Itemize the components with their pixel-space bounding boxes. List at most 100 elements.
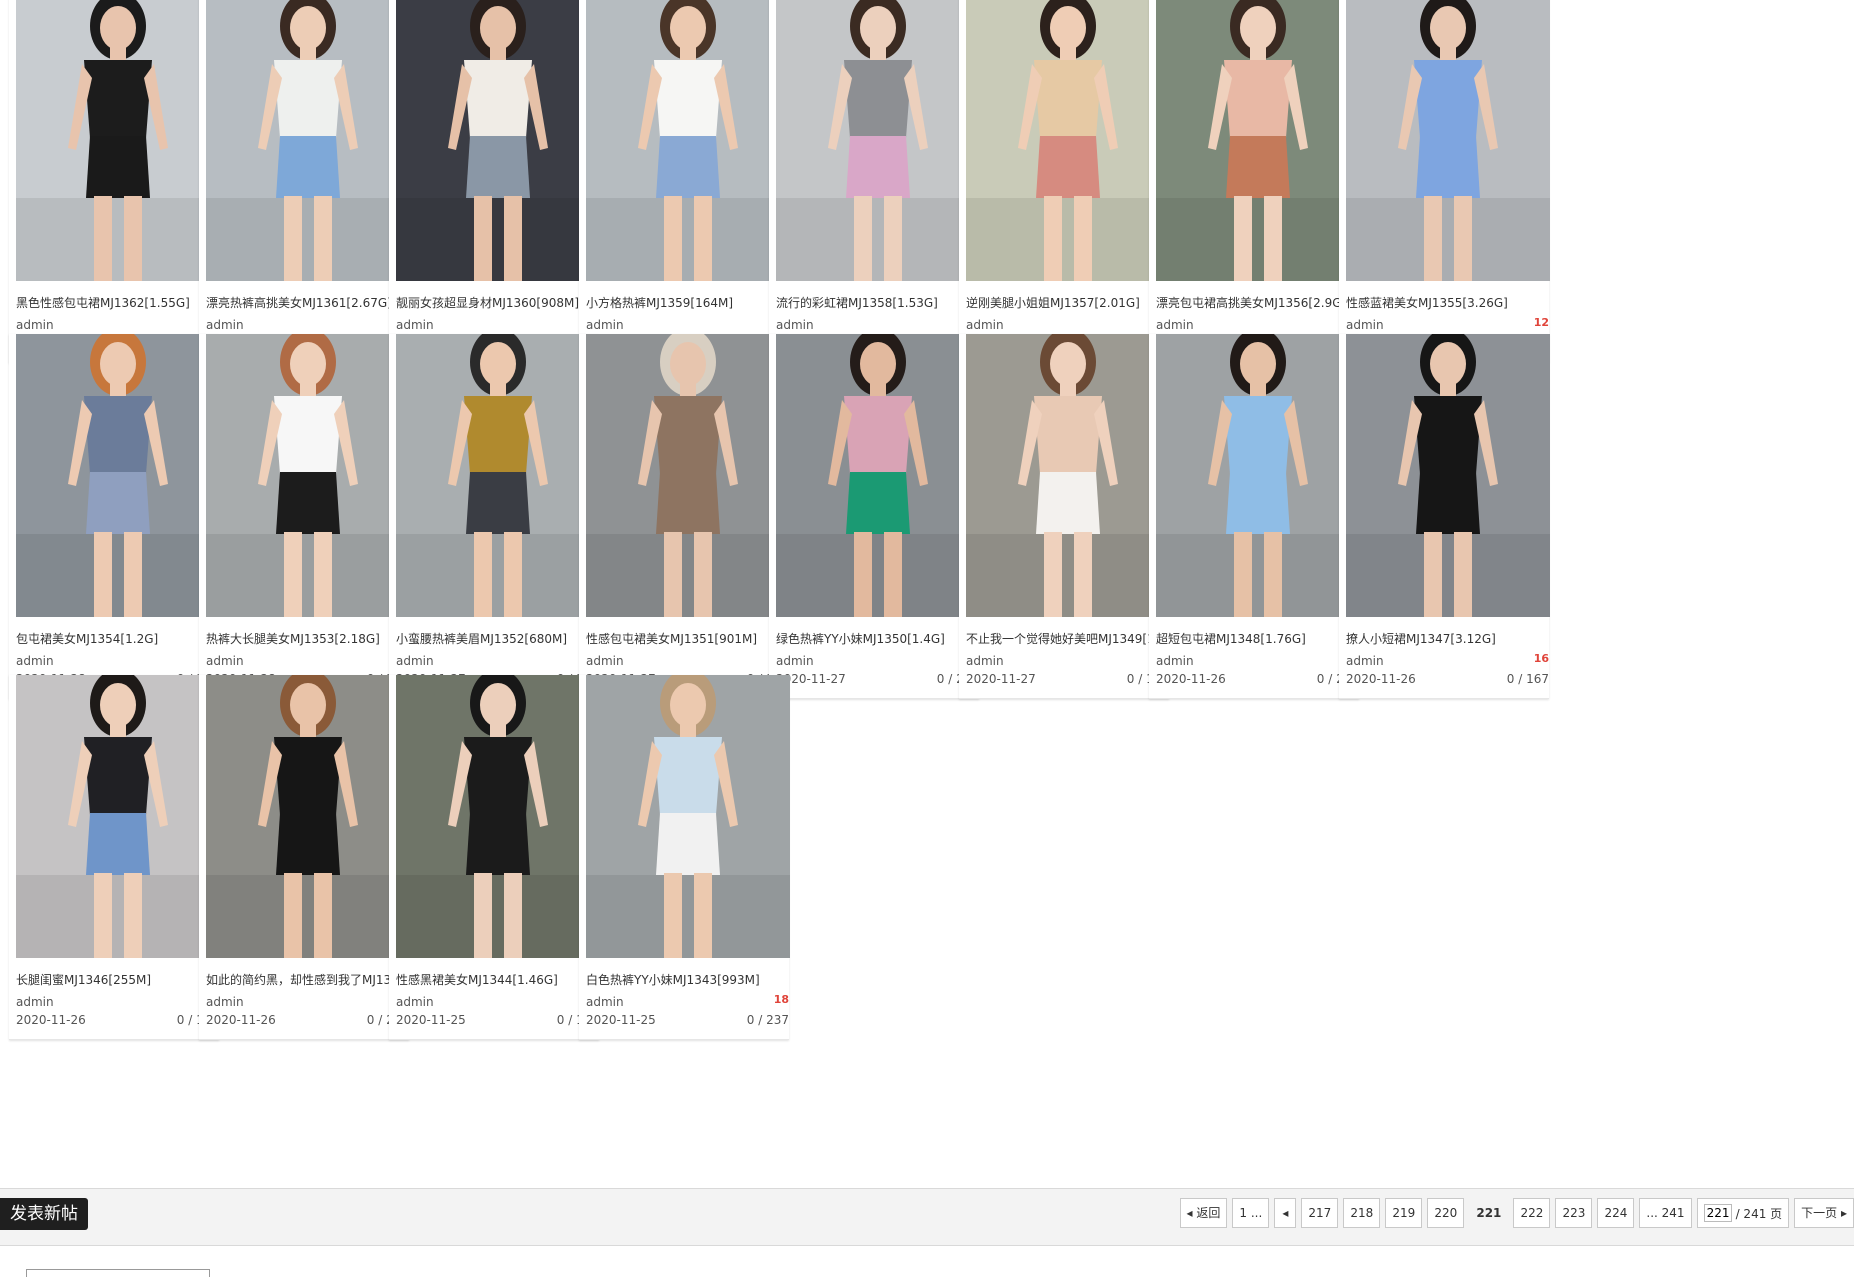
thread-title[interactable]: 包屯裙美女MJ1354[1.2G]	[16, 630, 220, 647]
thread-card[interactable]: 性感包屯裙美女MJ1351[901M]admin132020-11-270 / …	[579, 334, 790, 699]
thread-title[interactable]: 性感包屯裙美女MJ1351[901M]	[586, 630, 790, 647]
thread-author[interactable]: admin	[966, 318, 1004, 332]
thread-thumbnail[interactable]	[396, 334, 600, 617]
thread-date: 2020-11-26	[1156, 672, 1226, 686]
thread-thumbnail[interactable]	[396, 0, 600, 281]
thread-card[interactable]: 长腿闺蜜MJ1346[255M]admin122020-11-260 / 168	[9, 675, 220, 1040]
thread-title[interactable]: 漂亮包屯裙高挑美女MJ1356[2.9G]	[1156, 294, 1360, 311]
thread-card[interactable]: 小方格热裤MJ1359[164M]admin102020-11-290 / 16…	[579, 0, 790, 363]
thread-author[interactable]: admin	[396, 995, 434, 1009]
thread-thumbnail[interactable]	[586, 334, 790, 617]
thread-author[interactable]: admin	[206, 654, 244, 668]
thread-card[interactable]: 逆刚美腿小姐姐MJ1357[2.01G]admin202020-11-290 /…	[959, 0, 1170, 363]
thread-card[interactable]: 靓丽女孩超显身材MJ1360[908M]admin192020-11-290 /…	[389, 0, 600, 363]
thread-author[interactable]: admin	[16, 995, 54, 1009]
thread-thumbnail[interactable]	[396, 675, 600, 958]
thread-card[interactable]: 如此的简约黑，却性感到我了MJ134...admin192020-11-260 …	[199, 675, 410, 1040]
thread-title[interactable]: 性感蓝裙美女MJ1355[3.26G]	[1346, 294, 1550, 311]
thread-author[interactable]: admin	[1156, 654, 1194, 668]
thread-card[interactable]: 流行的彩虹裙MJ1358[1.53G]admin182020-11-290 / …	[769, 0, 980, 363]
thread-thumbnail[interactable]	[586, 0, 790, 281]
pagination-bar: 发表新帖 ◂ 返回 1 ... ◂ 217 218 219 220 221 22…	[0, 1188, 1854, 1246]
thread-card[interactable]: 漂亮热裤高挑美女MJ1361[2.67G]admin212020-11-300 …	[199, 0, 410, 363]
thread-card[interactable]: 绿色热裤YY小妹MJ1350[1.4G]admin212020-11-270 /…	[769, 334, 980, 699]
thread-thumbnail[interactable]	[966, 0, 1170, 281]
page-link-220[interactable]: 220	[1427, 1198, 1465, 1228]
first-page-link[interactable]: 1 ...	[1232, 1198, 1270, 1228]
thread-author[interactable]: admin	[1156, 318, 1194, 332]
thread-author[interactable]: admin	[16, 318, 54, 332]
photo-figure	[586, 675, 790, 958]
thread-card[interactable]: 性感黑裙美女MJ1344[1.46G]admin162020-11-250 / …	[389, 675, 600, 1040]
thread-title[interactable]: 长腿闺蜜MJ1346[255M]	[16, 971, 220, 988]
thread-author[interactable]: admin	[396, 318, 434, 332]
last-page-link[interactable]: ... 241	[1639, 1198, 1692, 1228]
thread-card[interactable]: 黑色性感包屯裙MJ1362[1.55G]admin182020-11-300 /…	[9, 0, 220, 363]
new-post-button[interactable]: 发表新帖	[0, 1198, 88, 1230]
thread-author[interactable]: admin	[1346, 318, 1384, 332]
thread-author[interactable]: admin	[586, 995, 624, 1009]
thread-title[interactable]: 超短包屯裙MJ1348[1.76G]	[1156, 630, 1360, 647]
thread-author[interactable]: admin	[396, 654, 434, 668]
thread-thumbnail[interactable]	[1156, 0, 1360, 281]
thread-title[interactable]: 小蛮腰热裤美眉MJ1352[680M]	[396, 630, 600, 647]
thread-title[interactable]: 如此的简约黑，却性感到我了MJ134...	[206, 971, 410, 988]
page-link-219[interactable]: 219	[1385, 1198, 1423, 1228]
prev-page-button[interactable]: ◂	[1274, 1198, 1297, 1228]
thread-title[interactable]: 逆刚美腿小姐姐MJ1357[2.01G]	[966, 294, 1170, 311]
thread-card[interactable]: 漂亮包屯裙高挑美女MJ1356[2.9G]admin202020-11-280 …	[1149, 0, 1360, 363]
photo-figure	[1156, 334, 1360, 617]
thread-thumbnail[interactable]	[776, 334, 980, 617]
thread-thumbnail[interactable]	[586, 675, 790, 958]
thread-title[interactable]: 性感黑裙美女MJ1344[1.46G]	[396, 971, 600, 988]
thread-thumbnail[interactable]	[206, 675, 410, 958]
thread-card[interactable]: 小蛮腰热裤美眉MJ1352[680M]admin152020-11-270 / …	[389, 334, 600, 699]
thread-title[interactable]: 小方格热裤MJ1359[164M]	[586, 294, 790, 311]
thread-card[interactable]: 包屯裙美女MJ1354[1.2G]admin112020-11-280 / 17…	[9, 334, 220, 699]
next-page-button[interactable]: 下一页 ▸	[1794, 1198, 1854, 1228]
page-link-222[interactable]: 222	[1513, 1198, 1551, 1228]
page-link-217[interactable]: 217	[1301, 1198, 1339, 1228]
thread-thumbnail[interactable]	[206, 334, 410, 617]
thread-title[interactable]: 热裤大长腿美女MJ1353[2.18G]	[206, 630, 410, 647]
thread-thumbnail[interactable]	[16, 0, 220, 281]
thread-thumbnail[interactable]	[966, 334, 1170, 617]
thread-card[interactable]: 性感蓝裙美女MJ1355[3.26G]admin122020-11-280 / …	[1339, 0, 1550, 363]
thread-thumbnail[interactable]	[16, 675, 220, 958]
page-link-224[interactable]: 224	[1597, 1198, 1635, 1228]
thread-title[interactable]: 流行的彩虹裙MJ1358[1.53G]	[776, 294, 980, 311]
thread-title[interactable]: 靓丽女孩超显身材MJ1360[908M]	[396, 294, 600, 311]
thread-thumbnail[interactable]	[206, 0, 410, 281]
thread-thumbnail[interactable]	[1156, 334, 1360, 617]
thread-card[interactable]: 超短包屯裙MJ1348[1.76G]admin162020-11-260 / 2…	[1149, 334, 1360, 699]
thread-author[interactable]: admin	[206, 995, 244, 1009]
page-link-218[interactable]: 218	[1343, 1198, 1381, 1228]
thread-thumbnail[interactable]	[16, 334, 220, 617]
thread-title[interactable]: 不止我一个觉得她好美吧MJ1349[1....	[966, 630, 1170, 647]
page-jump-input[interactable]	[1703, 1204, 1732, 1222]
thread-grid: 黑色性感包屯裙MJ1362[1.55G]admin182020-11-300 /…	[0, 0, 1854, 1185]
photo-figure	[206, 334, 410, 617]
thread-author[interactable]: admin	[1346, 654, 1384, 668]
thread-author[interactable]: admin	[16, 654, 54, 668]
thread-card[interactable]: 不止我一个觉得她好美吧MJ1349[1....admin212020-11-27…	[959, 334, 1170, 699]
thread-card[interactable]: 白色热裤YY小妹MJ1343[993M] admin 18 2020-11-25 0 /…	[579, 675, 790, 1040]
thread-author[interactable]: admin	[586, 318, 624, 332]
thread-author[interactable]: admin	[206, 318, 244, 332]
thread-author[interactable]: admin	[776, 654, 814, 668]
thread-title[interactable]: 撩人小短裙MJ1347[3.12G]	[1346, 630, 1550, 647]
thread-title[interactable]: 绿色热裤YY小妹MJ1350[1.4G]	[776, 630, 980, 647]
thread-thumbnail[interactable]	[1346, 0, 1550, 281]
thread-card[interactable]: 热裤大长腿美女MJ1353[2.18G]admin182020-11-280 /…	[199, 334, 410, 699]
thread-thumbnail[interactable]	[1346, 334, 1550, 617]
thread-title[interactable]: 漂亮热裤高挑美女MJ1361[2.67G]	[206, 294, 410, 311]
page-link-223[interactable]: 223	[1555, 1198, 1593, 1228]
thread-author[interactable]: admin	[586, 654, 624, 668]
thread-title[interactable]: 黑色性感包屯裙MJ1362[1.55G]	[16, 294, 220, 311]
thread-author[interactable]: admin	[966, 654, 1004, 668]
thread-author[interactable]: admin	[776, 318, 814, 332]
back-button[interactable]: ◂ 返回	[1179, 1198, 1228, 1228]
thread-thumbnail[interactable]	[776, 0, 980, 281]
thread-card[interactable]: 撩人小短裙MJ1347[3.12G] admin 16 2020-11-26 0 / 1…	[1339, 334, 1550, 699]
thread-title[interactable]: 白色热裤YY小妹MJ1343[993M]	[586, 971, 790, 988]
